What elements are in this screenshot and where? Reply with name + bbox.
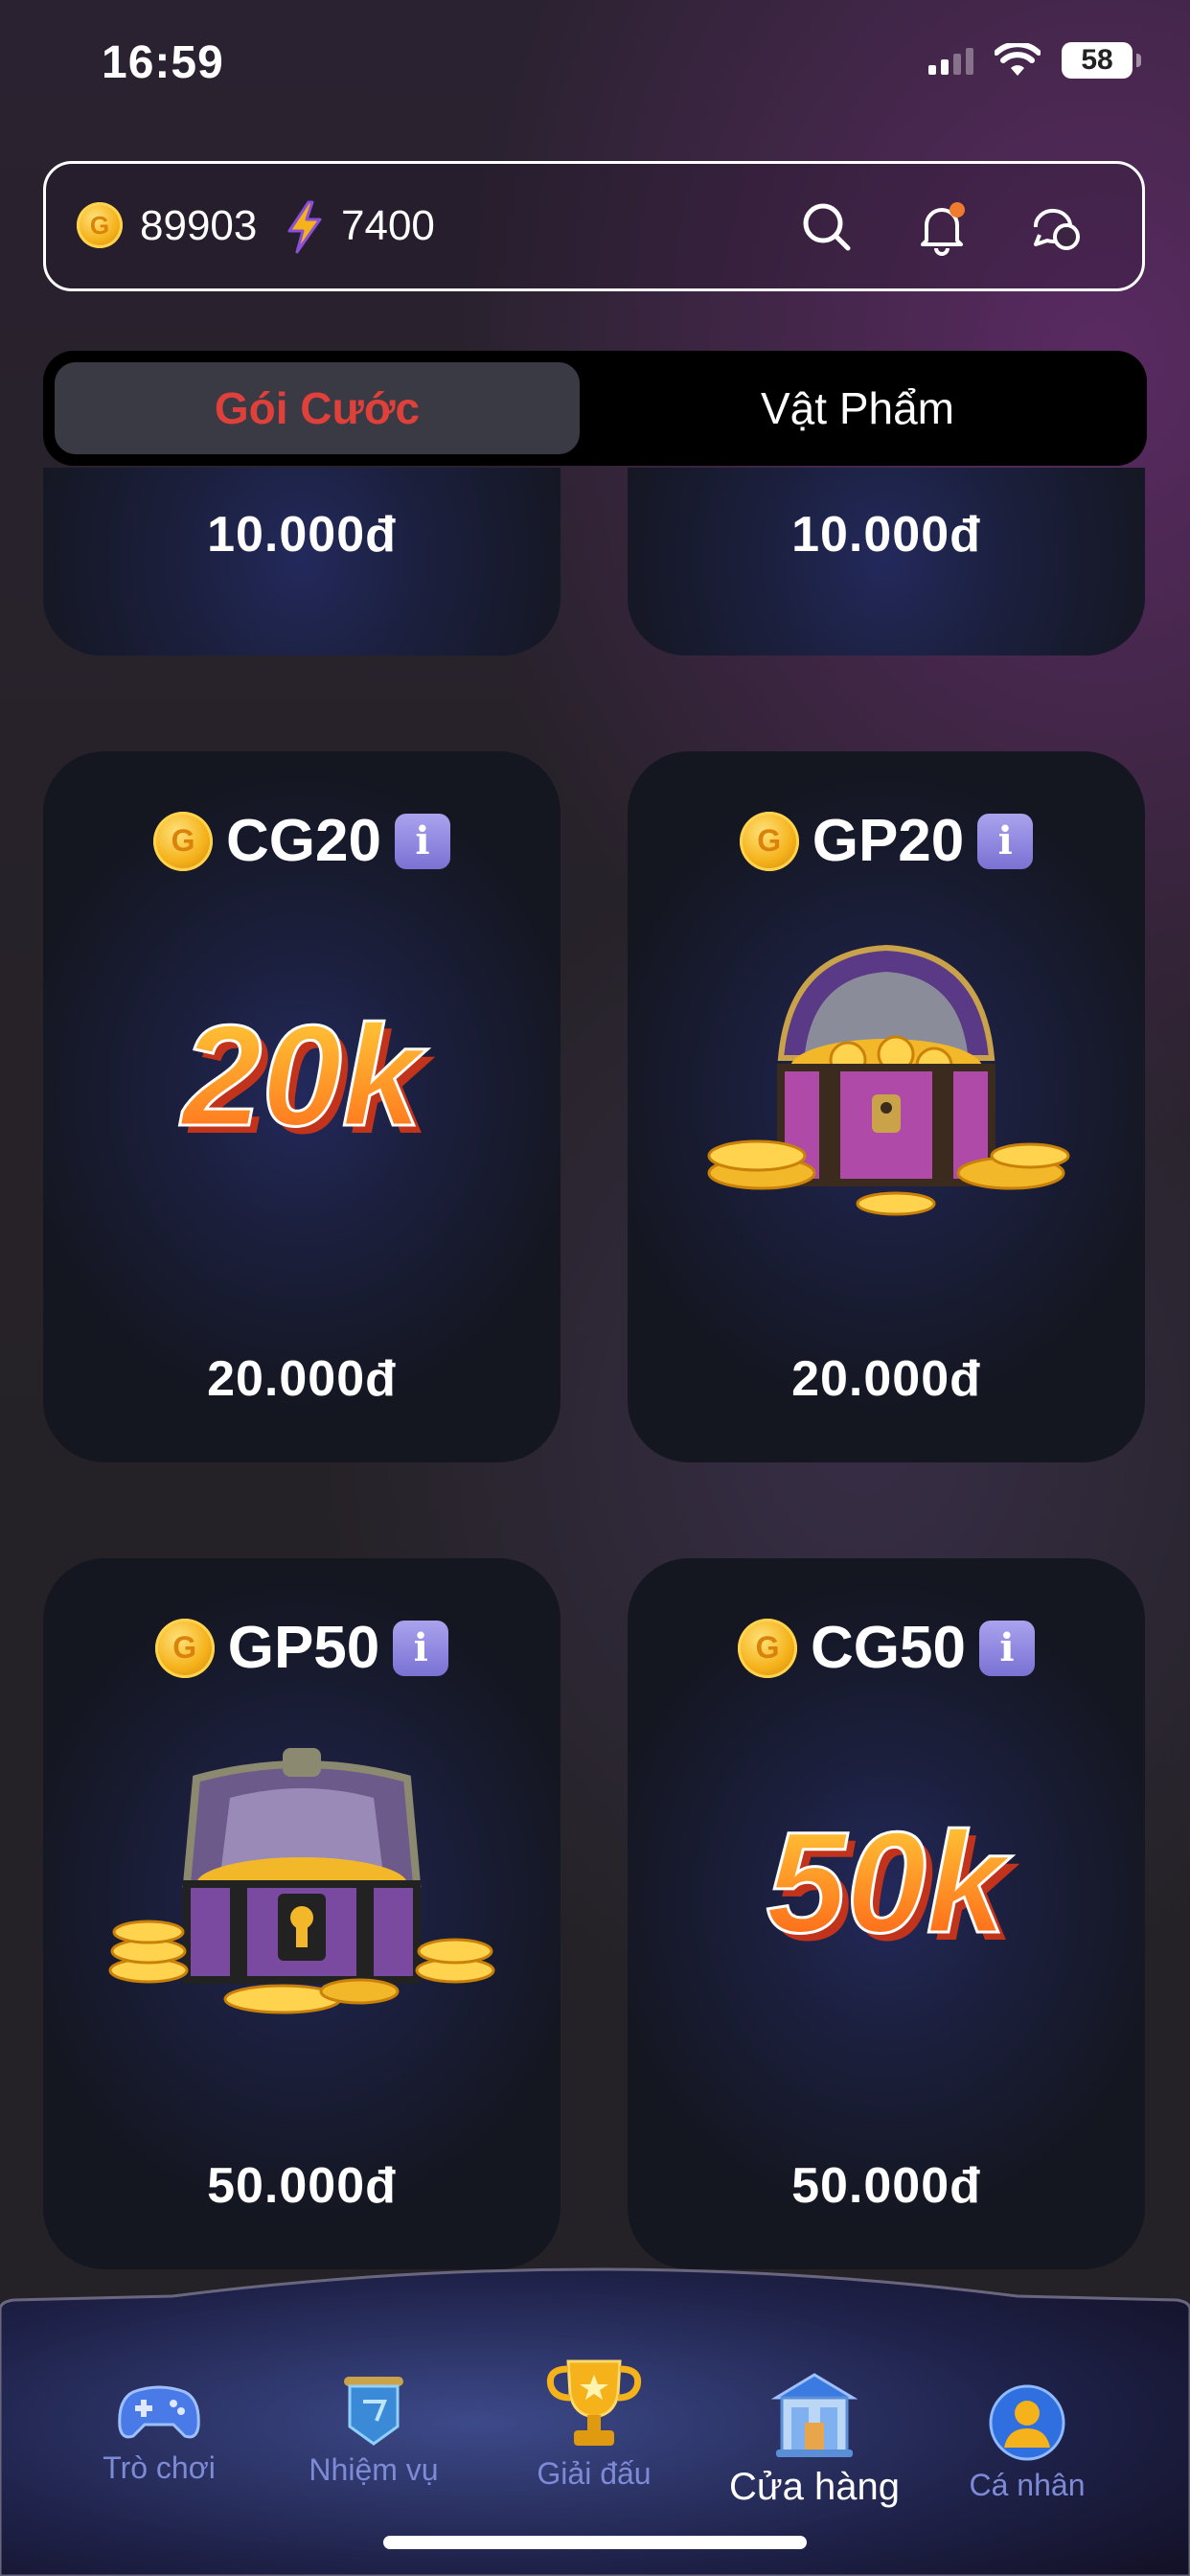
- info-icon[interactable]: i: [394, 813, 450, 869]
- trophy-icon: [546, 2359, 642, 2446]
- energy-bolt-icon: [287, 200, 322, 254]
- 20k-art-text: 20k: [179, 995, 428, 1156]
- coin-icon: [77, 202, 123, 248]
- tab-bar: Gói Cước Vật Phẩm: [43, 351, 1147, 466]
- package-card-gp50[interactable]: GP50 i 50.000đ: [43, 1558, 561, 2269]
- balance-bar: 89903 7400: [43, 161, 1145, 291]
- package-price: 20.000đ: [207, 1351, 397, 1407]
- search-icon[interactable]: [798, 198, 856, 256]
- treasure-chest-large-image: [108, 1748, 495, 2014]
- nav-label: Cá nhân: [969, 2468, 1086, 2502]
- 50k-art-image: 50k 50k: [765, 1801, 1019, 1971]
- home-indicator: [383, 2536, 807, 2549]
- package-price: 50.000đ: [207, 2158, 397, 2214]
- quest-banner-icon: [344, 2377, 403, 2446]
- package-price: 50.000đ: [791, 2158, 981, 2214]
- package-card[interactable]: 10.000đ: [628, 468, 1145, 656]
- tab-vat-pham[interactable]: Vật Phẩm: [580, 362, 1135, 454]
- status-time: 16:59: [102, 37, 224, 88]
- package-title: GP50 i: [43, 1614, 561, 1682]
- nav-label: Giải đấu: [537, 2456, 652, 2491]
- coin-icon: [738, 1618, 798, 1678]
- package-name: CG20: [226, 808, 381, 874]
- coin-icon: [154, 1618, 215, 1678]
- nav-label: Nhiệm vụ: [309, 2452, 439, 2487]
- coin-icon: [153, 811, 214, 871]
- nav-item-nhiem-vu[interactable]: Nhiệm vụ: [297, 2373, 450, 2488]
- gamepad-icon: [118, 2385, 200, 2439]
- package-card[interactable]: 10.000đ: [43, 468, 561, 656]
- info-icon[interactable]: i: [977, 813, 1034, 869]
- info-icon[interactable]: i: [393, 1620, 449, 1676]
- package-name: CG50: [811, 1615, 966, 1681]
- chat-icon[interactable]: [1028, 198, 1086, 256]
- tab-goi-cuoc[interactable]: Gói Cước: [55, 362, 580, 454]
- info-icon[interactable]: i: [978, 1620, 1035, 1676]
- package-price: 20.000đ: [791, 1351, 981, 1407]
- nav-item-cua-hang[interactable]: Cửa hàng: [719, 2369, 910, 2509]
- package-card-cg50[interactable]: CG50 i 50k 50k 50.000đ: [628, 1558, 1145, 2269]
- bottom-navigation: Trò chơi Nhiệm vụ Giải đấu Cửa hàng Cá n…: [0, 2262, 1190, 2576]
- package-title: CG50 i: [628, 1614, 1145, 1682]
- energy-balance: 7400: [341, 202, 435, 249]
- notification-bell-icon[interactable]: [913, 198, 971, 256]
- package-name: GP20: [812, 808, 965, 874]
- package-price: 10.000đ: [207, 507, 397, 563]
- shop-icon: [770, 2373, 858, 2457]
- cellular-signal-icon: [928, 46, 973, 75]
- coin-icon: [739, 811, 799, 871]
- nav-item-tro-choi[interactable]: Trò chơi: [82, 2379, 236, 2486]
- profile-icon: [989, 2384, 1065, 2461]
- package-card-cg20[interactable]: CG20 i 20k 20k 20.000đ: [43, 751, 561, 1462]
- coin-balance: 89903: [140, 202, 258, 249]
- wifi-icon: [995, 43, 1041, 76]
- 20k-art-image: 20k 20k: [177, 994, 435, 1164]
- package-title: GP20 i: [628, 807, 1145, 875]
- package-name: GP50: [227, 1615, 380, 1681]
- treasure-chest-image: [707, 944, 1070, 1216]
- package-title: CG20 i: [43, 807, 561, 875]
- package-price: 10.000đ: [791, 507, 981, 563]
- package-card-gp20[interactable]: GP20 i 20.000đ: [628, 751, 1145, 1462]
- nav-item-ca-nhan[interactable]: Cá nhân: [950, 2382, 1104, 2503]
- nav-item-giai-dau[interactable]: Giải đấu: [517, 2356, 671, 2492]
- status-icons: 58: [928, 42, 1141, 79]
- nav-label: Cửa hàng: [728, 2466, 900, 2508]
- nav-label: Trò chơi: [103, 2450, 216, 2485]
- status-bar: 16:59 58: [0, 0, 1190, 134]
- battery-icon: 58: [1062, 42, 1141, 79]
- 50k-art-text: 50k: [767, 1802, 1013, 1963]
